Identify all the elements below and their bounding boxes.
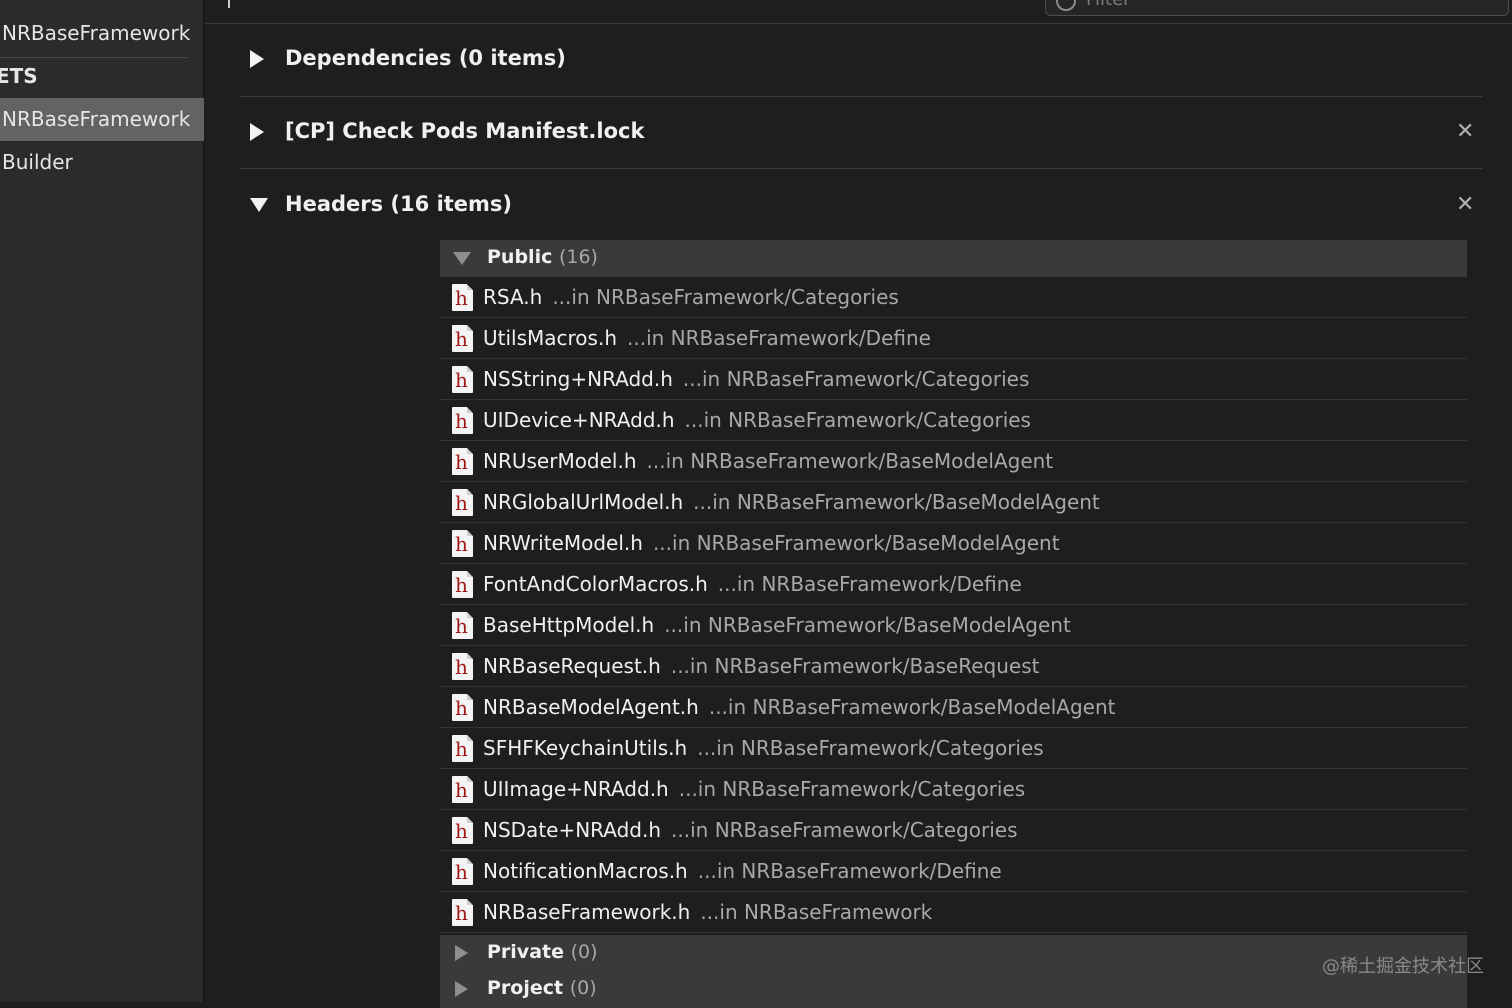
sidebar: NRBaseFramework ETS NRBaseFramework Buil… [0,0,204,1002]
phase-title: Headers (16 items) [285,192,513,216]
group-project[interactable]: Project (0) [440,971,1467,1008]
group-private[interactable]: Private (0) [440,935,1467,972]
file-path: ...in NRBaseFramework/BaseModelAgent [708,695,1116,719]
file-path: ...in NRBaseFramework/BaseModelAgent [664,613,1071,637]
disclosure-triangle-down-icon[interactable] [250,198,268,212]
table-row[interactable]: h NRGlobalUrlModel.h ...in NRBaseFramework… [440,482,1467,523]
header-file-icon: h [452,858,473,885]
table-row[interactable]: h BaseHttpModel.h ...in NRBaseFramework/Ba… [440,605,1467,646]
header-file-icon: h [452,325,473,352]
table-row[interactable]: h UtilsMacros.h ...in NRBaseFramework/Defi… [440,318,1467,359]
file-path: ...in NRBaseFramework/BaseModelAgent [646,449,1054,473]
sidebar-section-label: ETS [0,64,38,88]
disclosure-triangle-right-icon[interactable] [250,123,264,141]
file-name: NRBaseFramework.h ...in NRBaseFramework [483,900,933,924]
file-path: ...in NRBaseFramework/Define [717,572,1022,596]
file-name: NSString+NRAdd.h ...in NRBaseFramework/Ca… [483,367,1030,391]
file-name: NRGlobalUrlModel.h ...in NRBaseFramework/… [483,490,1100,514]
table-row[interactable]: h NSDate+NRAdd.h ...in NRBaseFramework/Cat… [440,810,1467,851]
sidebar-item-builder[interactable]: Builder [0,141,204,184]
header-file-icon: h [452,776,473,803]
file-path: ...in NRBaseFramework/BaseRequest [670,654,1040,678]
file-path: ...in NRBaseFramework/Categories [682,367,1030,391]
table-row[interactable]: h NRBaseFramework.h ...in NRBaseFramework [440,892,1467,933]
header-file-icon: h [452,653,473,680]
header-file-icon: h [452,448,473,475]
file-path: ...in NRBaseFramework/Categories [684,408,1031,432]
header-file-icon: h [452,899,473,926]
file-name: FontAndColorMacros.h ...in NRBaseFramewor… [483,572,1022,596]
file-name: NotificationMacros.h ...in NRBaseFramewor… [483,859,1002,883]
file-name: UIDevice+NRAdd.h ...in NRBaseFramework/Ca… [483,408,1031,432]
filter-field[interactable]: Filter [1045,0,1509,16]
text-caret [228,0,230,8]
phase-title: [CP] Check Pods Manifest.lock [285,119,645,143]
table-row[interactable]: h UIDevice+NRAdd.h ...in NRBaseFramework/C… [440,400,1467,441]
sidebar-item-label: NRBaseFramework [2,107,191,131]
table-row[interactable]: h NRBaseModelAgent.h ...in NRBaseFramework… [440,687,1467,728]
file-path: ...in NRBaseFramework/BaseModelAgent [652,531,1060,555]
filter-placeholder: Filter [1086,0,1131,10]
file-name: NRBaseModelAgent.h ...in NRBaseFramework/… [483,695,1116,719]
sidebar-item-project[interactable]: NRBaseFramework [0,12,204,55]
file-path: ...in NRBaseFramework/Categories [697,736,1044,760]
header-file-icon: h [452,489,473,516]
file-name: RSA.h ...in NRBaseFramework/Categories [483,285,899,309]
header-file-icon: h [452,366,473,393]
sidebar-section-targets: ETS [0,55,200,98]
disclosure-triangle-right-icon[interactable] [250,50,264,68]
phase-title: Dependencies (0 items) [285,46,566,70]
header-file-icon: h [452,284,473,311]
table-row[interactable]: h NSString+NRAdd.h ...in NRBaseFramework/C… [440,359,1467,400]
phase-dependencies[interactable]: Dependencies (0 items) [240,24,1482,96]
table-row[interactable]: h RSA.h ...in NRBaseFramework/Categories [440,277,1467,318]
remove-phase-icon[interactable]: ✕ [1456,121,1474,143]
header-file-icon: h [452,612,473,639]
header-file-icon: h [452,817,473,844]
table-row[interactable]: h NRUserModel.h ...in NRBaseFramework/Base… [440,441,1467,482]
file-path: ...in NRBaseFramework/Categories [678,777,1026,801]
group-public[interactable]: Public (16) [440,240,1467,277]
disclosure-triangle-right-icon[interactable] [455,981,468,997]
phase-headers[interactable]: Headers (16 items) ✕ [240,169,1482,241]
file-path: ...in NRBaseFramework/BaseModelAgent [693,490,1100,514]
header-file-icon: h [452,530,473,557]
table-row[interactable]: h FontAndColorMacros.h ...in NRBaseFramewo… [440,564,1467,605]
sidebar-item-label: NRBaseFramework [2,21,191,45]
file-path: ...in NRBaseFramework/Categories [671,818,1018,842]
group-label: Private (0) [487,941,598,963]
file-name: SFHFKeychainUtils.h ...in NRBaseFramework… [483,736,1044,760]
phase-check-pods-manifest[interactable]: [CP] Check Pods Manifest.lock ✕ [240,97,1482,169]
disclosure-triangle-right-icon[interactable] [455,945,468,961]
sidebar-item-target-selected[interactable]: NRBaseFramework [0,98,204,141]
file-path: ...in NRBaseFramework [700,900,933,924]
header-file-icon: h [452,407,473,434]
file-name: BaseHttpModel.h ...in NRBaseFramework/Bas… [483,613,1071,637]
filter-icon [1056,0,1076,11]
file-name: NRUserModel.h ...in NRBaseFramework/BaseM… [483,449,1054,473]
group-label: Public (16) [487,246,598,268]
watermark: @稀土掘金技术社区 [1322,956,1484,977]
file-name: NSDate+NRAdd.h ...in NRBaseFramework/Cate… [483,818,1018,842]
header-file-icon: h [452,694,473,721]
table-row[interactable]: h NotificationMacros.h ...in NRBaseFramewo… [440,851,1467,892]
file-path: ...in NRBaseFramework/Define [697,859,1002,883]
header-file-icon: h [452,571,473,598]
file-name: NRBaseRequest.h ...in NRBaseFramework/Bas… [483,654,1040,678]
file-name: NRWriteModel.h ...in NRBaseFramework/Base… [483,531,1060,555]
header-file-icon: h [452,735,473,762]
table-row[interactable]: h NRWriteModel.h ...in NRBaseFramework/Bas… [440,523,1467,564]
table-row[interactable]: h NRBaseRequest.h ...in NRBaseFramework/Ba… [440,646,1467,687]
sidebar-item-label: Builder [2,150,73,174]
table-row[interactable]: h SFHFKeychainUtils.h ...in NRBaseFramewor… [440,728,1467,769]
file-name: UIImage+NRAdd.h ...in NRBaseFramework/Cat… [483,777,1026,801]
remove-phase-icon[interactable]: ✕ [1456,194,1474,216]
file-path: ...in NRBaseFramework/Categories [552,285,899,309]
disclosure-triangle-down-icon[interactable] [453,252,471,265]
file-path: ...in NRBaseFramework/Define [627,326,931,350]
table-row[interactable]: h UIImage+NRAdd.h ...in NRBaseFramework/Ca… [440,769,1467,810]
group-label: Project (0) [487,977,597,999]
file-name: UtilsMacros.h ...in NRBaseFramework/Defin… [483,326,931,350]
